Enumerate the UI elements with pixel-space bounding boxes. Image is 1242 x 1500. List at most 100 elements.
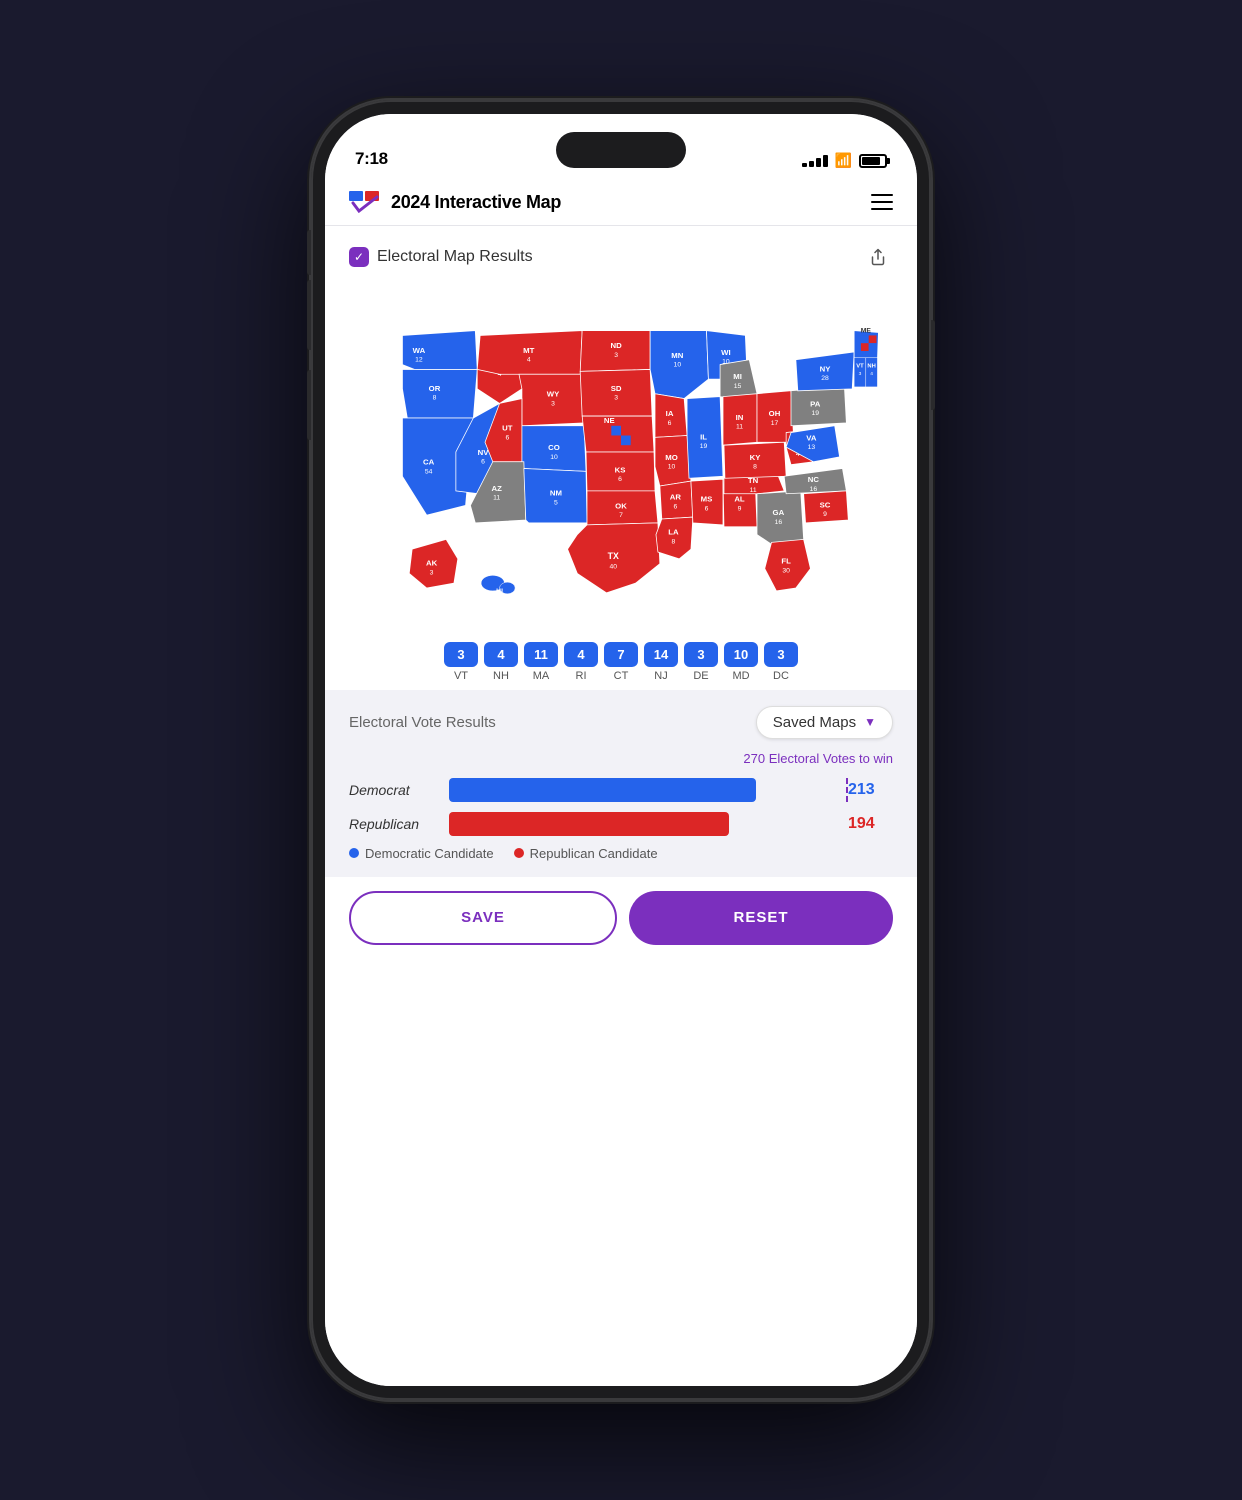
democrat-bar-row: Democrat 213 [349,778,893,802]
svg-text:CA: CA [423,458,435,467]
state-abbr-nj: NJ [654,670,667,682]
svg-text:IL: IL [700,432,707,441]
dem-legend-item: Democratic Candidate [349,846,494,861]
svg-text:NC: NC [808,475,820,484]
us-map[interactable]: WA 12 OR 8 CA 54 ID 4 [349,282,893,632]
header-left: 2024 Interactive Map [349,191,561,213]
svg-text:4: 4 [527,357,531,364]
svg-text:30: 30 [782,567,790,574]
share-button[interactable] [859,240,893,274]
svg-text:OR: OR [429,384,441,393]
state-abbr-ma: MA [533,670,550,682]
svg-text:AL: AL [734,495,745,504]
app-header: 2024 Interactive Map [325,179,917,226]
svg-text:13: 13 [808,444,816,451]
saved-maps-label: Saved Maps [773,714,856,731]
svg-text:10: 10 [674,362,682,369]
svg-text:GA: GA [773,508,785,517]
svg-text:6: 6 [674,503,678,510]
state-badge-ct: 7 CT [604,642,638,682]
svg-text:KS: KS [615,465,626,474]
state-badge-vt: 3 VT [444,642,478,682]
us-map-container: WA 12 OR 8 CA 54 ID 4 [349,282,893,632]
dem-legend-label: Democratic Candidate [365,846,494,861]
app-content: 2024 Interactive Map ✓ Electoral Map Res… [325,179,917,1386]
democrat-count: 213 [848,781,893,799]
results-header: Electoral Vote Results Saved Maps ▼ [349,706,893,739]
svg-text:HI: HI [496,588,503,595]
saved-maps-button[interactable]: Saved Maps ▼ [756,706,893,739]
rep-legend-label: Republican Candidate [530,846,658,861]
svg-text:MI: MI [733,372,742,381]
svg-text:AR: AR [670,493,682,502]
svg-text:3: 3 [614,395,618,402]
democrat-bar [449,778,756,802]
svg-text:6: 6 [705,505,709,512]
svg-text:12: 12 [415,357,423,364]
section-header: ✓ Electoral Map Results [349,240,893,274]
republican-bar-row: Republican 194 [349,812,893,836]
svg-text:4: 4 [870,371,873,377]
volume-down-button [307,370,311,440]
phone-wrapper: 7:18 📶 [311,100,931,1400]
svg-text:SC: SC [820,500,831,509]
silent-button [307,230,311,275]
svg-text:NY: NY [820,364,832,373]
svg-text:54: 54 [425,468,433,475]
svg-text:WI: WI [721,348,731,357]
svg-text:19: 19 [812,410,820,417]
state-abbr-dc: DC [773,670,789,682]
state-ev-ma: 11 [524,642,558,667]
svg-text:7: 7 [619,512,623,519]
svg-text:9: 9 [823,511,827,518]
save-button[interactable]: SAVE [349,891,617,945]
svg-text:11: 11 [750,487,757,494]
svg-text:8: 8 [753,464,757,471]
svg-text:CO: CO [548,443,560,452]
svg-text:MS: MS [701,495,713,504]
svg-text:MO: MO [665,453,678,462]
svg-text:6: 6 [618,476,622,483]
republican-bar-container [449,812,838,836]
state-badge-nh: 4 NH [484,642,518,682]
svg-text:28: 28 [821,375,829,382]
state-badge-nj: 14 NJ [644,642,678,682]
menu-button[interactable] [871,194,893,210]
state-badge-ri: 4 RI [564,642,598,682]
svg-text:5: 5 [554,499,558,506]
svg-text:OK: OK [615,501,627,510]
small-states-row: 3 VT 4 NH 11 MA 4 RI 7 CT [325,632,917,690]
svg-text:8: 8 [433,395,437,402]
wifi-icon: 📶 [835,152,852,169]
state-ev-ri: 4 [564,642,598,667]
state-ev-dc: 3 [764,642,798,667]
svg-text:3: 3 [430,569,434,576]
legend-row: Democratic Candidate Republican Candidat… [349,846,893,861]
rep-legend-item: Republican Candidate [514,846,658,861]
results-title: Electoral Vote Results [349,714,496,731]
brand-logo [349,191,381,213]
reset-button[interactable]: RESET [629,891,893,945]
svg-text:3: 3 [614,352,618,359]
svg-text:IN: IN [736,413,744,422]
republican-count: 194 [848,815,893,833]
dem-legend-dot [349,848,359,858]
svg-text:ND: ND [611,341,623,350]
state-badge-md: 10 MD [724,642,758,682]
phone-screen: 7:18 📶 [325,114,917,1386]
svg-text:LA: LA [668,528,679,537]
svg-text:6: 6 [668,420,672,427]
svg-text:16: 16 [775,519,783,526]
map-section: ✓ Electoral Map Results [325,226,917,632]
app-title: 2024 Interactive Map [391,192,561,213]
section-title-row: ✓ Electoral Map Results [349,247,533,267]
svg-text:16: 16 [810,486,818,493]
state-abbr-md: MD [732,670,749,682]
svg-text:KY: KY [750,453,762,462]
state-badge-ma: 11 MA [524,642,558,682]
rep-legend-dot [514,848,524,858]
dynamic-island [556,132,686,168]
results-section: Electoral Vote Results Saved Maps ▼ 270 … [325,690,917,877]
state-abbr-ct: CT [614,670,629,682]
svg-text:UT: UT [502,424,513,433]
